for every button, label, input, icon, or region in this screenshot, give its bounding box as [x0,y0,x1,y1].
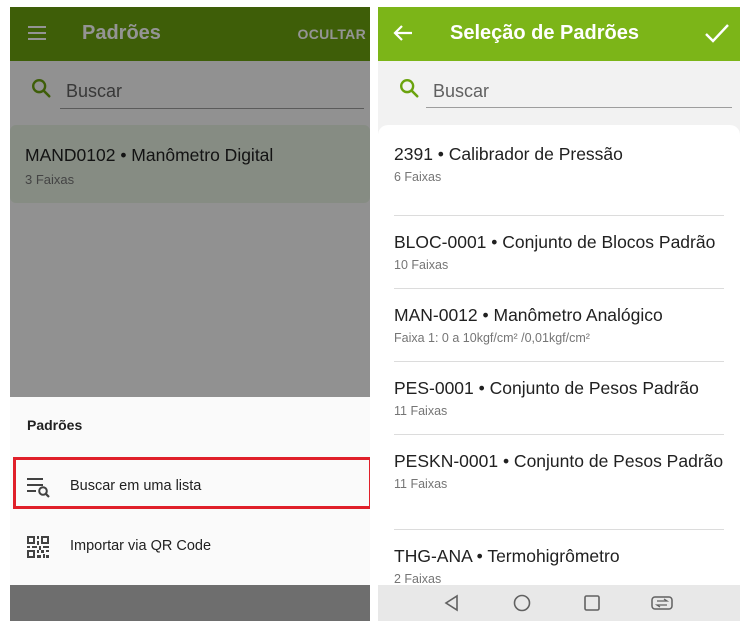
item-subtitle: 2 Faixas [394,572,442,586]
list-item[interactable]: PESKN-0001 • Conjunto de Pesos Padrão 11… [394,435,724,530]
item-subtitle: Faixa 1: 0 a 10kgf/cm² /0,01kgf/cm² [394,331,590,345]
item-title: MAN-0012 • Manômetro Analógico [394,305,663,325]
nav-recents-icon[interactable] [582,593,602,613]
system-nav-bar [10,585,370,621]
search-icon [400,79,419,98]
item-title: THG-ANA • Termohigrômetro [394,546,620,566]
right-screen: Seleção de Padrões Buscar 2391 • Calibra… [378,7,740,621]
highlight-box [13,457,370,509]
nav-switch-icon[interactable] [650,593,674,613]
back-arrow-icon[interactable] [392,22,414,44]
search-underline [426,107,732,108]
import-qr-code-option[interactable]: Importar via QR Code [10,519,370,575]
list-item[interactable]: BLOC-0001 • Conjunto de Blocos Padrão 10… [394,216,724,289]
item-subtitle: 10 Faixas [394,258,449,272]
item-title: BLOC-0001 • Conjunto de Blocos Padrão [394,232,716,252]
item-subtitle: 11 Faixas [394,404,448,418]
nav-home-icon[interactable] [512,593,532,613]
app-bar: Seleção de Padrões [378,7,740,61]
modal-scrim[interactable] [10,7,370,397]
page-title: Seleção de Padrões [450,22,639,44]
nav-back-icon[interactable] [442,593,462,613]
check-icon[interactable] [704,21,730,45]
list-item[interactable]: PES-0001 • Conjunto de Pesos Padrão 11 F… [394,362,724,435]
system-nav-bar [378,585,740,621]
search-bar[interactable]: Buscar [378,61,740,123]
standards-list: 2391 • Calibrador de Pressão 6 Faixas BL… [378,125,740,587]
option-label: Importar via QR Code [70,538,212,554]
item-subtitle: 11 Faixas [394,477,448,491]
list-item[interactable]: THG-ANA • Termohigrômetro 2 Faixas [394,530,724,587]
sheet-title: Padrões [27,417,83,433]
search-input[interactable]: Buscar [433,81,489,102]
list-item[interactable]: MAN-0012 • Manômetro Analógico Faixa 1: … [394,289,724,362]
qr-code-icon [27,536,49,558]
left-screen: Padrões OCULTAR Buscar MAND0102 • Manôme… [10,7,370,621]
item-subtitle: 6 Faixas [394,170,442,184]
item-title: PESKN-0001 • Conjunto de Pesos Padrão [394,451,724,471]
item-title: PES-0001 • Conjunto de Pesos Padrão [394,378,699,398]
list-item[interactable]: 2391 • Calibrador de Pressão 6 Faixas [394,143,724,216]
item-title: 2391 • Calibrador de Pressão [394,144,623,164]
